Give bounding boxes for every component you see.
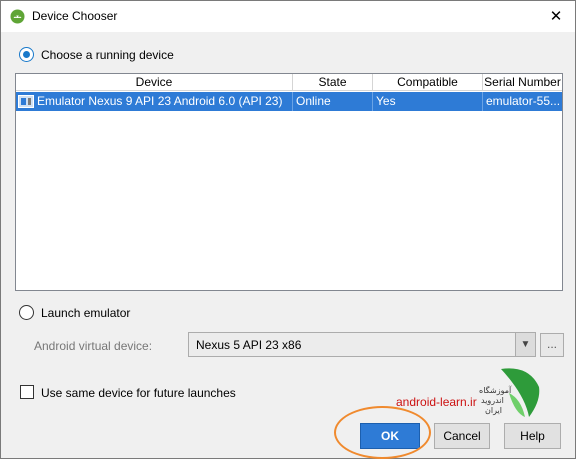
column-header-compatible[interactable]: Compatible [373,74,483,91]
cancel-button[interactable]: Cancel [434,423,490,449]
serial-cell: emulator-55... [486,94,561,108]
avd-select-value: Nexus 5 API 23 x86 [196,338,302,352]
table-header: Device State Compatible Serial Number [16,74,562,91]
column-header-state[interactable]: State [293,74,373,91]
watermark-logo: آموزشگاه اندروید ایران [479,368,540,417]
choose-running-radio[interactable] [19,47,34,62]
launch-emulator-label[interactable]: Launch emulator [41,306,130,320]
svg-text:اندروید: اندروید [481,396,504,405]
avd-label: Android virtual device: [34,339,153,353]
launch-emulator-radio[interactable] [19,305,34,320]
watermark-text: android-learn.ir [396,395,477,409]
column-header-serial[interactable]: Serial Number [483,74,562,91]
avd-select[interactable]: Nexus 5 API 23 x86 ▼ [188,332,536,357]
android-studio-icon [10,9,25,24]
title-bar: Device Chooser ✕ [1,1,575,32]
chevron-down-icon[interactable]: ▼ [515,333,535,356]
ok-highlight-ring [334,406,431,459]
same-device-label[interactable]: Use same device for future launches [41,386,236,400]
column-header-device[interactable]: Device [16,74,293,91]
svg-text:آموزشگاه: آموزشگاه [479,385,512,395]
close-icon[interactable]: ✕ [541,3,571,29]
table-row[interactable]: Emulator Nexus 9 API 23 Android 6.0 (API… [16,92,562,111]
browse-avd-button[interactable]: ... [540,333,564,357]
svg-text:ایران: ایران [485,406,502,415]
state-cell: Online [293,92,373,111]
device-icon [18,95,34,108]
choose-running-label[interactable]: Choose a running device [41,48,174,62]
help-button[interactable]: Help [504,423,561,449]
device-chooser-dialog: Device Chooser ✕ Choose a running device… [0,0,576,459]
device-table[interactable]: Device State Compatible Serial Number Em… [15,73,563,291]
same-device-checkbox[interactable] [20,385,34,399]
compatible-cell: Yes [373,92,483,111]
device-name-cell: Emulator Nexus 9 API 23 Android 6.0 (API… [34,92,293,111]
window-title: Device Chooser [32,9,118,23]
